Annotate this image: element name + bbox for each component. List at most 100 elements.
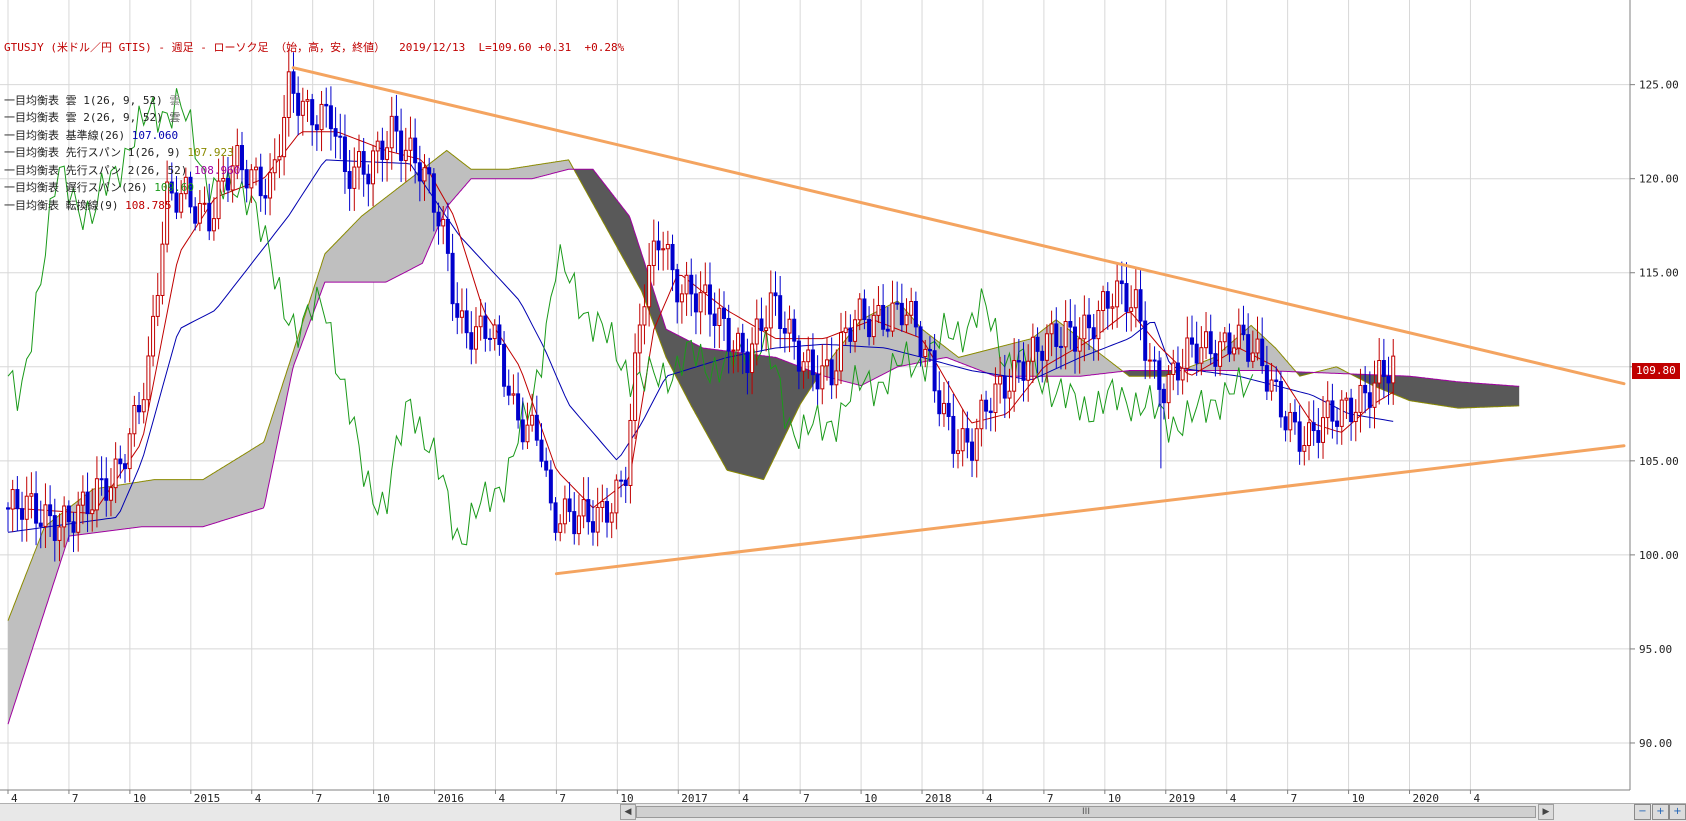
candle-body (548, 469, 553, 504)
candle-body (717, 307, 722, 326)
candle-body (1199, 347, 1204, 364)
candle-body (113, 458, 118, 489)
legend-entry-name: 一目均衡表 遅行スパン(26) (4, 181, 148, 194)
candle-body (1189, 337, 1194, 345)
candle-body (530, 414, 535, 426)
candle-body (810, 349, 815, 376)
candle-body (71, 521, 76, 533)
scroll-thumb[interactable]: III (636, 806, 1536, 818)
candle-body (651, 240, 656, 266)
candle-body (1007, 390, 1012, 399)
candle-body (759, 318, 764, 331)
chart-header: GTUSJY (米ドル／円 GTIS) - 週足 - ローソク足 （始，高，安，… (4, 39, 624, 57)
y-axis: 90.0095.00100.00105.00110.00115.00120.00… (1630, 79, 1679, 750)
candle-body (1264, 365, 1269, 392)
candle-body (1241, 324, 1246, 336)
candle-body (642, 306, 647, 326)
candle-body (1171, 362, 1176, 375)
legend-entry-name: 一目均衡表 雲 1(26, 9, 52) (4, 93, 163, 107)
candle-body (1194, 343, 1199, 364)
candle-body (590, 521, 595, 533)
candle-body (1278, 381, 1283, 418)
candle-body (122, 463, 127, 470)
candle-body (1344, 397, 1349, 401)
candle-body (899, 302, 904, 326)
candle-body (520, 419, 525, 443)
candle-body (1026, 360, 1031, 381)
candle-body (871, 314, 876, 338)
candle-body (1180, 367, 1185, 381)
candle-body (1297, 421, 1302, 452)
candle-body (965, 428, 970, 443)
candle-body (1377, 360, 1382, 384)
candle-body (600, 501, 605, 508)
candle-body (1358, 384, 1363, 413)
candle-body (66, 505, 71, 523)
candle-body (684, 274, 689, 295)
candle-body (595, 506, 600, 533)
legend-entry-value: 雲 (162, 93, 181, 107)
candle-body (731, 349, 736, 352)
scroll-right-button[interactable]: ▶ (1538, 804, 1554, 820)
candle-body (993, 383, 998, 414)
candle-body (885, 328, 890, 332)
candle-body (656, 240, 661, 251)
candle-body (497, 324, 502, 345)
chart-title: GTUSJY (米ドル／円 GTIS) - 週足 - ローソク足 （始，高，安，… (4, 41, 386, 54)
candle-body (815, 374, 820, 390)
candle-body (904, 314, 909, 326)
candle-body (867, 318, 872, 338)
candle-body (488, 337, 493, 340)
candle-body (726, 317, 731, 352)
candle-body (1082, 314, 1087, 340)
candle-body (62, 505, 67, 528)
candle-body (722, 307, 727, 319)
candle-body (1246, 334, 1251, 362)
grip-icon: III (1082, 807, 1090, 817)
candle-body (829, 359, 834, 386)
candle-body (1325, 400, 1330, 419)
candle-body (745, 351, 750, 374)
candle-body (698, 292, 703, 313)
candle-body (1157, 360, 1162, 390)
candle-body (764, 327, 769, 331)
candle-body (1349, 397, 1354, 423)
candle-body (984, 399, 989, 412)
candle-body (909, 300, 914, 316)
candle-body (689, 274, 694, 295)
candle-body (34, 493, 39, 524)
candle-body (736, 332, 741, 351)
candle-body (778, 295, 783, 330)
y-tick-label: 115.00 (1639, 267, 1679, 280)
candle-body (48, 504, 53, 517)
candle-body (932, 350, 937, 392)
candle-body (951, 415, 956, 454)
legend-entry-name: 一目均衡表 先行スパン 1(26, 9) (4, 146, 181, 159)
candle-body (946, 402, 951, 417)
candle-body (614, 479, 619, 514)
zoom-in-button[interactable]: + (1652, 804, 1669, 820)
candle-body (1049, 323, 1054, 335)
candle-body (1321, 417, 1326, 443)
zoom-out-button[interactable]: − (1634, 804, 1651, 820)
candle-body (1035, 336, 1040, 352)
candle-body (553, 502, 558, 533)
candle-body (895, 302, 900, 305)
candle-body (1381, 360, 1386, 378)
candle-body (834, 370, 839, 386)
candle-body (1119, 280, 1124, 285)
fit-button[interactable]: + (1669, 804, 1686, 820)
candle-body (1124, 283, 1129, 312)
candle-body (988, 410, 993, 414)
legend-entry: 一目均衡表 先行スパン 2(26, 52) 108.960 (4, 162, 624, 180)
candle-body (619, 479, 624, 482)
candle-body (1218, 341, 1223, 367)
horizontal-scrollbar[interactable]: ◀ III ▶ − + + (0, 803, 1686, 821)
candle-body (970, 441, 975, 461)
candle-body (99, 478, 104, 481)
scroll-left-button[interactable]: ◀ (620, 804, 636, 820)
candle-body (137, 404, 142, 413)
candle-body (1002, 375, 1007, 399)
candle-body (998, 375, 1003, 385)
candle-body (862, 298, 867, 320)
